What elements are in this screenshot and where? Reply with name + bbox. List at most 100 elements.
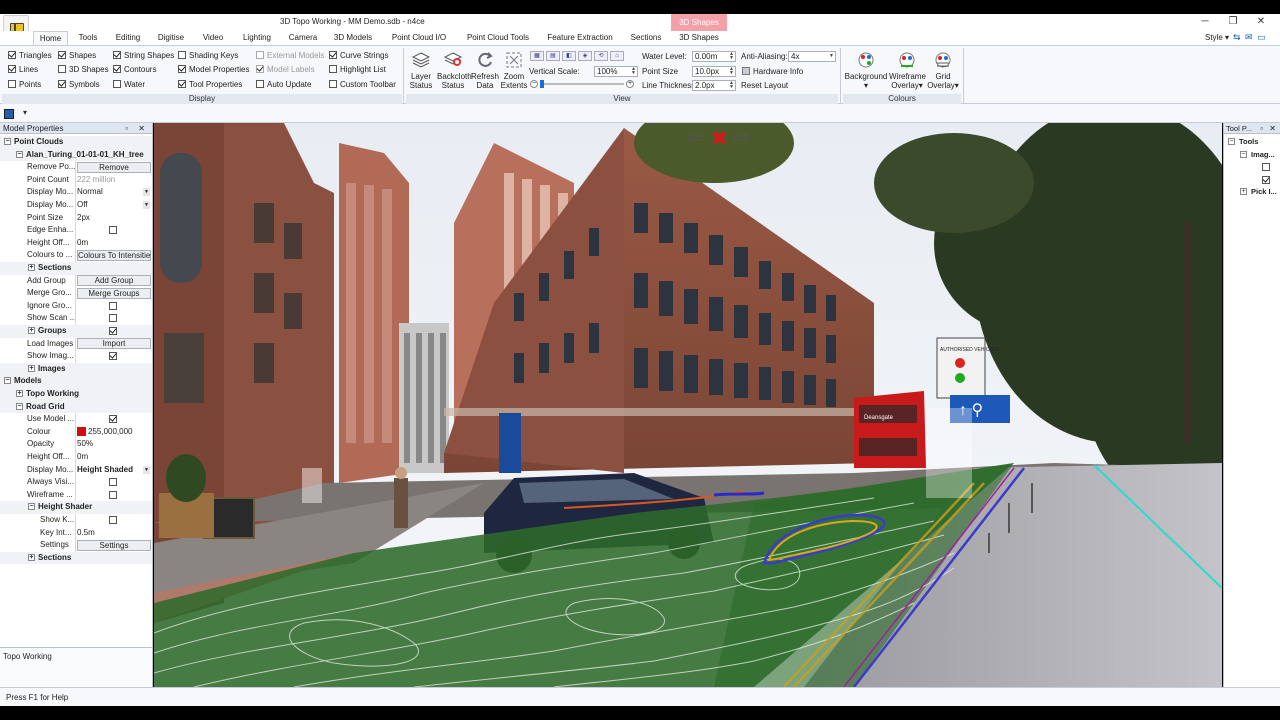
minus-icon[interactable]: − bbox=[530, 80, 538, 88]
tab-digitise[interactable]: Digitise bbox=[152, 31, 190, 45]
backcloth-status-button[interactable]: Backcloth Status bbox=[437, 50, 472, 90]
vertical-scale-input[interactable]: 100% ▲ ▼ bbox=[594, 66, 638, 77]
tab-home[interactable]: Home bbox=[33, 31, 68, 45]
tab-point-cloud-tools[interactable]: Point Cloud Tools bbox=[460, 31, 536, 45]
view-top-icon[interactable]: ▦ bbox=[530, 51, 544, 61]
tab-editing[interactable]: Editing bbox=[110, 31, 146, 45]
property-row[interactable]: Settings Settings bbox=[0, 539, 152, 552]
tab-tools[interactable]: Tools bbox=[72, 31, 104, 45]
tool-checkbox[interactable] bbox=[1262, 162, 1273, 174]
tab-3d-shapes[interactable]: 3D Shapes bbox=[674, 31, 724, 45]
expand-icon[interactable]: + bbox=[16, 390, 23, 397]
property-checkbox[interactable] bbox=[109, 225, 120, 236]
check-custom-toolbar[interactable]: Custom Toolbar bbox=[329, 79, 396, 90]
view-reset-icon[interactable]: ⌂ bbox=[610, 51, 624, 61]
style-icons[interactable]: ⇆ ✉ ▭ bbox=[1233, 32, 1267, 43]
property-row[interactable]: Ignore Gro... bbox=[0, 299, 152, 313]
spin-arrows-icon[interactable]: ▲ ▼ bbox=[728, 67, 735, 76]
property-row[interactable]: Show K... bbox=[0, 514, 152, 527]
collapse-icon[interactable]: − bbox=[1240, 150, 1247, 158]
street-scene[interactable]: AUTHORISED VEHICLES ↑ ⚲ Deansgate ⇦ ✖ ⇨ bbox=[154, 123, 1222, 687]
chevron-down-icon[interactable]: ▼ bbox=[143, 201, 150, 209]
property-row[interactable]: Point Size 2px bbox=[0, 211, 152, 225]
property-value[interactable]: Normal bbox=[77, 187, 103, 196]
vertical-scale-slider[interactable]: − + bbox=[530, 80, 634, 88]
tool-row[interactable]: − Tools bbox=[1224, 136, 1280, 149]
check-highlight-list[interactable]: Highlight List bbox=[329, 64, 386, 75]
property-checkbox[interactable] bbox=[109, 490, 120, 501]
tab-3d-models[interactable]: 3D Models bbox=[330, 31, 376, 45]
colour-swatch[interactable] bbox=[77, 426, 86, 436]
property-row[interactable]: Use Model ... bbox=[0, 413, 152, 426]
property-category[interactable]: + Groups bbox=[0, 325, 152, 338]
tab-feature-extraction[interactable]: Feature Extraction bbox=[543, 31, 617, 45]
property-category[interactable]: + Images bbox=[0, 362, 152, 376]
expand-icon[interactable]: + bbox=[28, 553, 35, 561]
property-value[interactable]: 50% bbox=[77, 439, 93, 448]
property-row[interactable]: Always Visi... bbox=[0, 476, 152, 489]
background-colour-button[interactable]: Background ▾ bbox=[843, 50, 889, 90]
check-3d-shapes[interactable]: 3D Shapes bbox=[58, 64, 109, 75]
tab-lighting[interactable]: Lighting bbox=[236, 31, 278, 45]
property-checkbox[interactable] bbox=[109, 477, 120, 488]
collapse-icon[interactable]: − bbox=[1228, 138, 1235, 145]
tab-video[interactable]: Video bbox=[198, 31, 228, 45]
tab-camera[interactable]: Camera bbox=[285, 31, 321, 45]
spin-arrows-icon[interactable]: ▲ ▼ bbox=[728, 81, 735, 90]
property-value[interactable]: 2px bbox=[77, 213, 90, 222]
property-row[interactable]: Add Group Add Group bbox=[0, 274, 152, 288]
property-value[interactable]: Height Shaded bbox=[77, 465, 133, 474]
collapse-icon[interactable]: − bbox=[16, 150, 23, 158]
panel-controls[interactable]: ▫ ✕ bbox=[1260, 123, 1278, 134]
point-size-input[interactable]: 10.0px ▲ ▼ bbox=[692, 66, 736, 77]
property-value[interactable]: 255,000,000 bbox=[88, 427, 133, 436]
layer-status-button[interactable]: Layer Status bbox=[406, 50, 436, 90]
collapse-icon[interactable]: − bbox=[28, 503, 35, 511]
check-contours[interactable]: Contours bbox=[113, 64, 156, 75]
collapse-icon[interactable]: − bbox=[4, 377, 11, 385]
tab-point-cloud-io[interactable]: Point Cloud I/O bbox=[386, 31, 452, 45]
check-tool-properties[interactable]: Tool Properties bbox=[178, 79, 242, 90]
property-button[interactable]: Merge Groups bbox=[77, 287, 151, 299]
property-row[interactable]: Remove Po... Remove bbox=[0, 161, 152, 174]
close-image-icon[interactable]: ✖ bbox=[711, 128, 728, 150]
plus-icon[interactable]: + bbox=[626, 80, 634, 88]
property-row[interactable]: Merge Gro... Merge Groups bbox=[0, 287, 152, 300]
line-thickness-input[interactable]: 2.0px ▲ ▼ bbox=[692, 80, 736, 91]
property-button[interactable]: Add Group bbox=[77, 275, 151, 287]
next-image-arrow-icon[interactable]: ⇨ bbox=[733, 125, 751, 150]
property-row[interactable]: Key Int... 0.5m bbox=[0, 526, 152, 540]
check-triangles[interactable]: Triangles bbox=[8, 50, 52, 61]
property-checkbox[interactable] bbox=[109, 301, 120, 312]
property-category[interactable]: − Road Grid bbox=[0, 400, 152, 414]
check-shapes[interactable]: Shapes bbox=[58, 50, 96, 61]
refresh-data-button[interactable]: Refresh Data bbox=[470, 50, 500, 90]
property-row[interactable]: Show Imag... bbox=[0, 350, 152, 363]
property-category[interactable]: + Topo Working bbox=[0, 388, 152, 401]
expand-icon[interactable]: + bbox=[28, 364, 35, 372]
zoom-extents-button[interactable]: Zoom Extents bbox=[499, 50, 529, 90]
hardware-info-button[interactable]: Hardware Info bbox=[742, 67, 803, 76]
property-category[interactable]: − Models bbox=[0, 375, 152, 388]
check-model-properties[interactable]: Model Properties bbox=[178, 64, 249, 75]
property-row[interactable]: Colours to ... Colours To Intensities bbox=[0, 249, 152, 262]
check-external-models[interactable]: External Models bbox=[256, 50, 324, 61]
check-shading-keys[interactable]: Shading Keys bbox=[178, 50, 238, 61]
previous-image-arrow-icon[interactable]: ⇦ bbox=[687, 125, 705, 150]
property-row[interactable]: Display Mo... Height Shaded ▼ bbox=[0, 463, 152, 477]
spin-arrows-icon[interactable]: ▲ ▼ bbox=[630, 67, 637, 76]
collapse-icon[interactable]: − bbox=[4, 138, 11, 145]
property-value[interactable]: Off bbox=[77, 200, 88, 209]
anti-aliasing-select[interactable]: 4x ▼ bbox=[788, 51, 836, 62]
property-category[interactable]: + Sections bbox=[0, 551, 152, 565]
check-water[interactable]: Water bbox=[113, 79, 145, 90]
tool-row[interactable]: + Pick I... bbox=[1224, 186, 1280, 199]
view-iso-icon[interactable]: ◈ bbox=[578, 51, 592, 61]
property-row[interactable]: Point Count 222 million bbox=[0, 173, 152, 187]
property-value[interactable]: 0.5m bbox=[77, 528, 95, 537]
3d-viewport[interactable]: AUTHORISED VEHICLES ↑ ⚲ Deansgate ⇦ ✖ ⇨ bbox=[154, 123, 1222, 687]
check-model-labels[interactable]: Model Labels bbox=[256, 64, 315, 75]
property-button[interactable]: Colours To Intensities bbox=[77, 249, 151, 261]
expand-icon[interactable]: + bbox=[1240, 188, 1247, 196]
grid-overlay-button[interactable]: Grid Overlay▾ bbox=[926, 50, 960, 90]
